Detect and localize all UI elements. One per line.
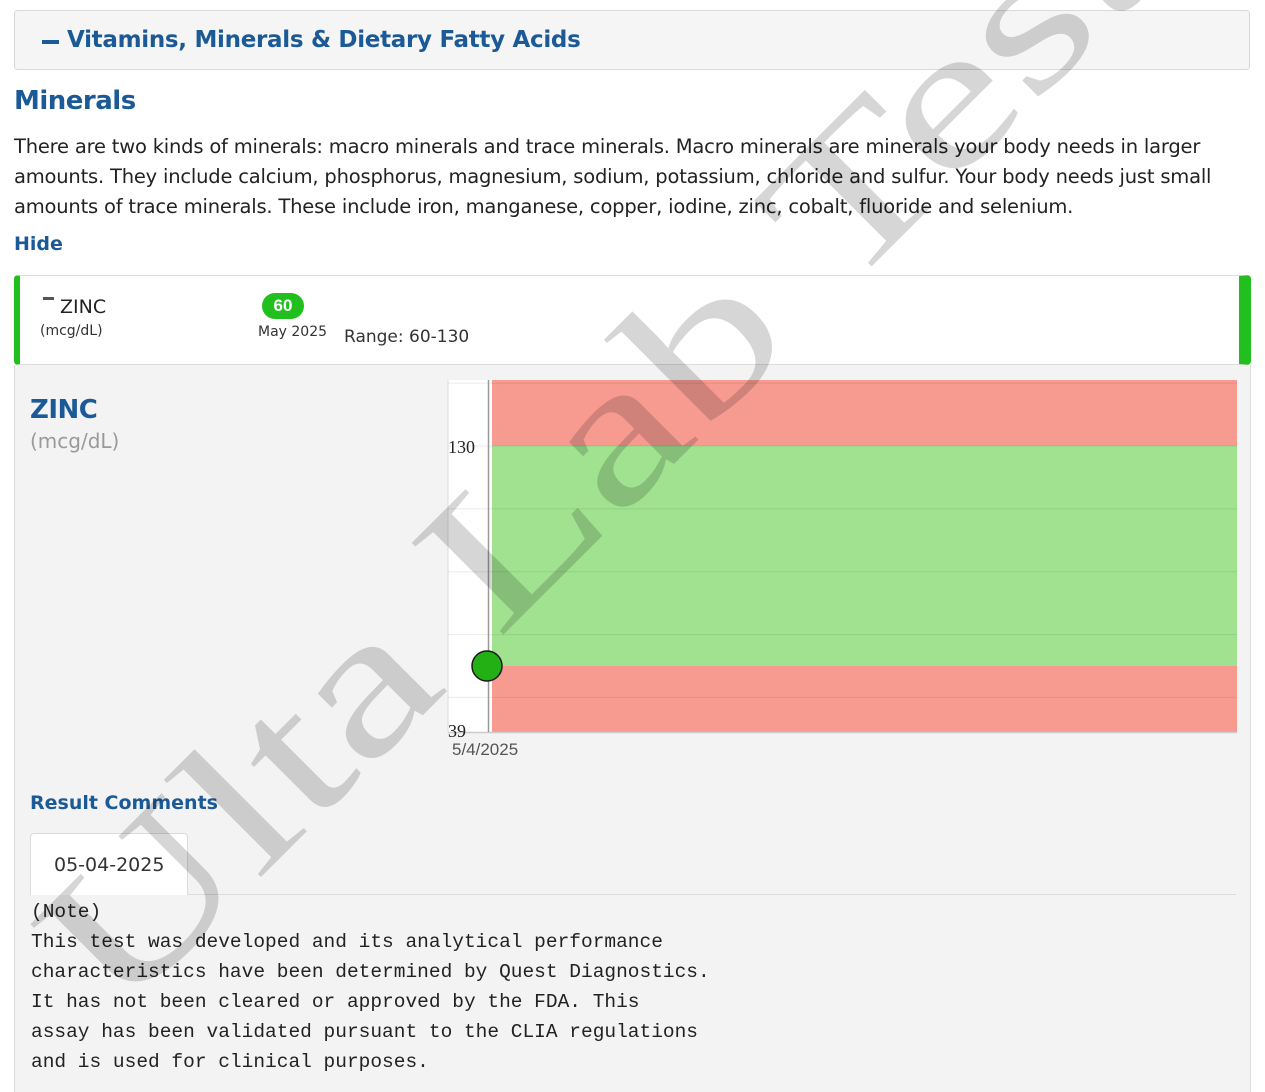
minerals-description: There are two kinds of minerals: macro m…	[14, 135, 1212, 218]
y-tick-label: 130	[448, 437, 475, 457]
hide-link[interactable]: Hide	[14, 233, 63, 255]
section-header-vitamins[interactable]: Vitamins, Minerals & Dietary Fatty Acids	[14, 10, 1250, 70]
x-tick-label: 5/4/2025	[452, 740, 518, 759]
high-range-band	[492, 380, 1237, 446]
comment-text: (Note) This test was developed and its a…	[31, 901, 710, 1073]
result-chart: 130 395/4/2025	[447, 380, 1237, 759]
section-title[interactable]: Vitamins, Minerals & Dietary Fatty Acids	[67, 27, 581, 53]
detail-title: ZINC	[30, 395, 98, 425]
y-tick-label: 39	[448, 721, 466, 741]
reference-range: Range: 60-130	[344, 327, 470, 347]
tab-label: 05-04-2025	[54, 854, 165, 876]
test-unit: (mcg/dL)	[40, 323, 103, 339]
test-row-zinc[interactable]: ZINC (mcg/dL) 60 May 2025 Range: 60-130	[14, 275, 1251, 365]
tab-divider	[188, 894, 1236, 895]
test-name: ZINC	[60, 296, 107, 318]
result-comments-title: Result Comments	[30, 792, 218, 814]
tab-comment-date[interactable]: 05-04-2025	[30, 833, 188, 895]
detail-unit: (mcg/dL)	[30, 429, 120, 453]
normal-range-band	[492, 446, 1237, 666]
data-point	[471, 650, 503, 682]
result-value-badge: 60	[262, 293, 304, 319]
low-range-band	[492, 666, 1237, 732]
collapse-icon[interactable]	[42, 40, 59, 44]
result-date: May 2025	[258, 324, 328, 340]
test-detail-panel: ZINC (mcg/dL) 130 39 5/4/2025 Result Comme…	[14, 365, 1251, 1092]
minerals-heading: Minerals	[14, 86, 136, 116]
collapse-icon[interactable]	[43, 297, 54, 300]
